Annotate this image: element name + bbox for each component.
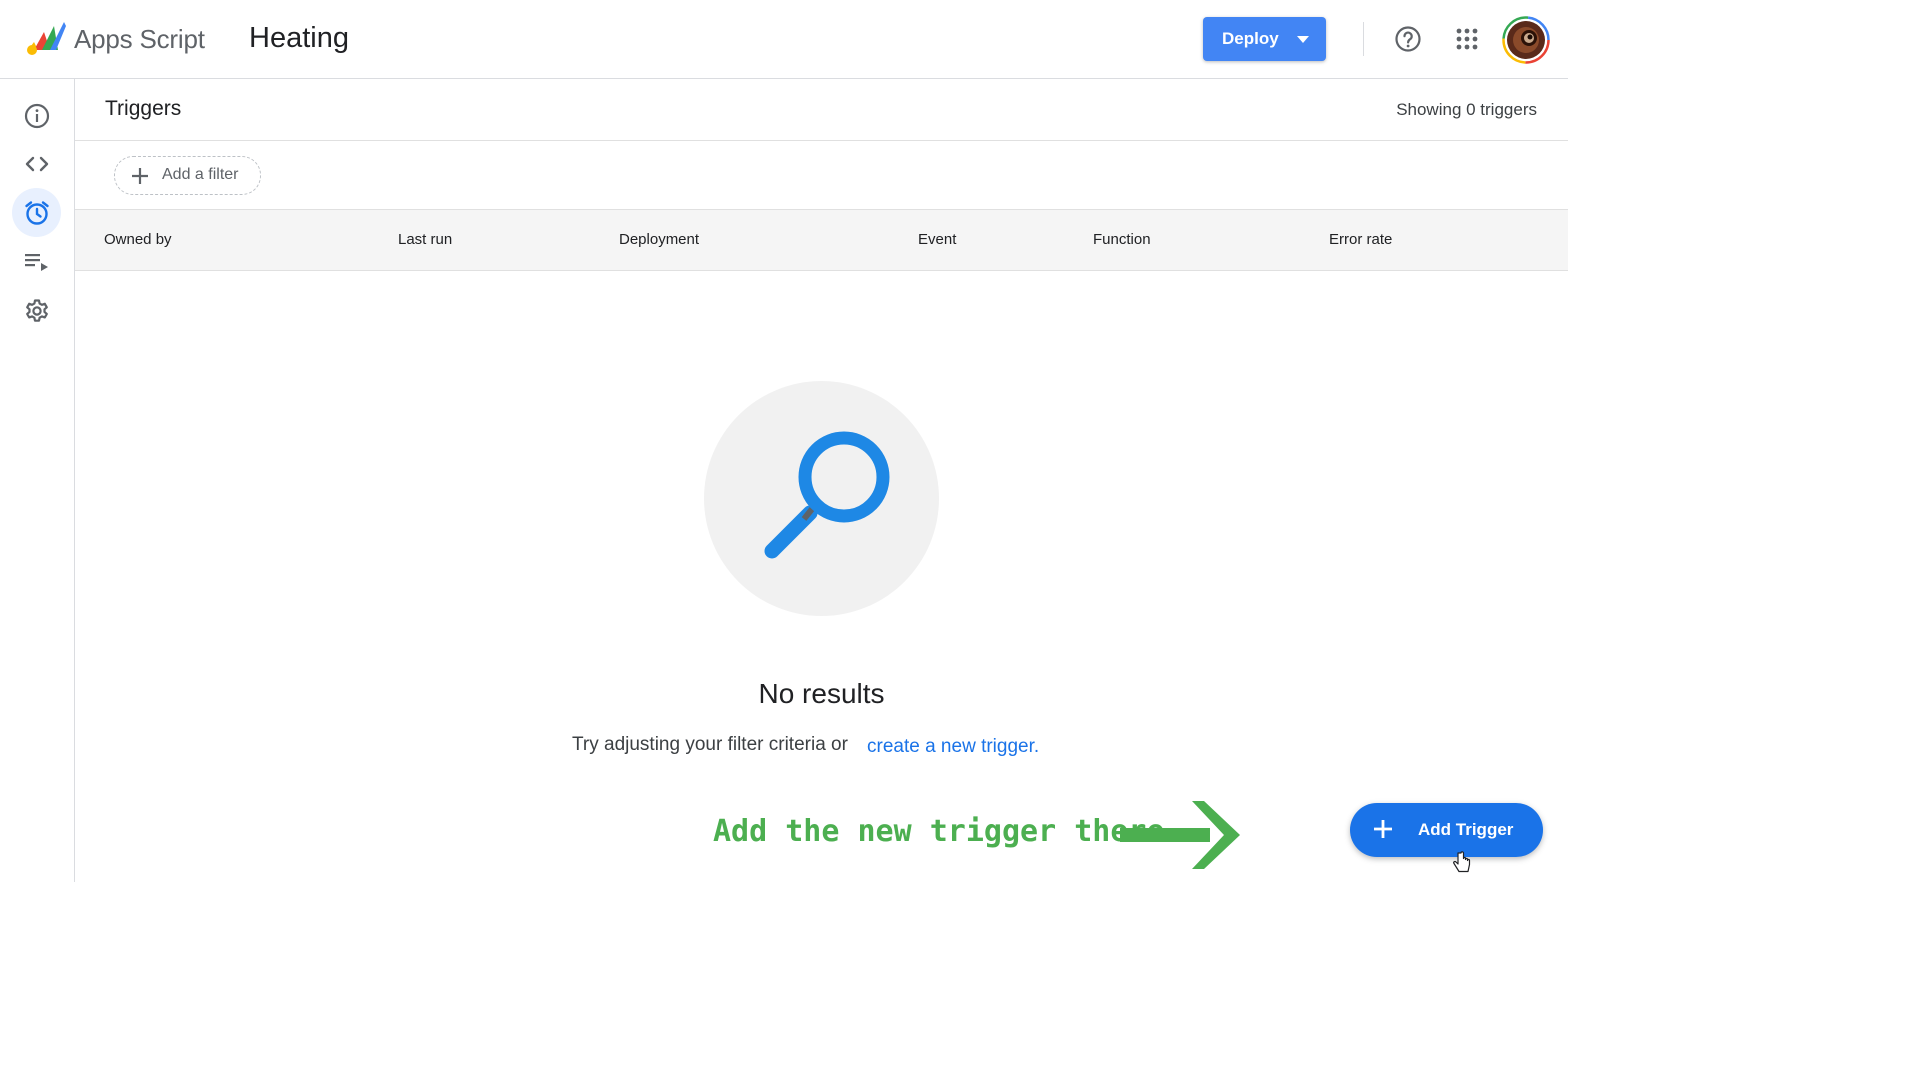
sidebar-item-executions[interactable] — [12, 237, 61, 286]
annotation-text: Add the new trigger there — [713, 814, 1165, 849]
apps-script-logo[interactable] — [24, 20, 68, 56]
help-icon[interactable] — [1394, 25, 1422, 53]
top-bar: Apps Script Heating Deploy — [0, 0, 1568, 79]
column-error-rate[interactable]: Error rate — [1329, 231, 1392, 248]
table-header: Owned by Last run Deployment Event Funct… — [75, 209, 1568, 271]
sidebar-item-overview[interactable] — [12, 91, 61, 140]
apps-grid-icon[interactable] — [1455, 27, 1479, 51]
project-title[interactable]: Heating — [249, 22, 349, 55]
sidebar-item-triggers[interactable] — [12, 188, 61, 237]
divider — [75, 140, 1568, 141]
column-owned-by[interactable]: Owned by — [104, 231, 172, 248]
triggers-panel: Triggers Showing 0 triggers Add a filter… — [75, 79, 1568, 882]
add-trigger-button[interactable]: Add Trigger — [1350, 803, 1543, 857]
avatar[interactable] — [1502, 16, 1550, 64]
chevron-down-icon[interactable] — [1297, 36, 1309, 43]
info-icon — [24, 103, 50, 129]
deploy-label: Deploy — [1222, 29, 1279, 48]
annotation-arrow — [1120, 801, 1240, 869]
plus-icon — [132, 168, 148, 184]
add-filter-label: Add a filter — [162, 166, 239, 183]
code-icon — [25, 156, 49, 172]
trigger-count: Showing 0 triggers — [1396, 100, 1537, 119]
app-name: Apps Script — [74, 24, 205, 54]
empty-state-illustration — [704, 381, 939, 616]
sidebar-item-editor[interactable] — [12, 139, 61, 188]
create-trigger-link[interactable]: create a new trigger. — [867, 736, 1039, 758]
header-divider — [1363, 22, 1364, 56]
sidebar-item-settings[interactable] — [12, 286, 61, 335]
plus-icon — [1374, 820, 1392, 838]
column-deployment[interactable]: Deployment — [619, 231, 699, 248]
playlist-play-icon — [25, 254, 48, 271]
magnifier-icon — [764, 431, 890, 559]
add-filter-button[interactable]: Add a filter — [114, 156, 261, 195]
deploy-button[interactable]: Deploy — [1203, 17, 1326, 61]
alarm-clock-icon — [25, 201, 49, 225]
add-trigger-label: Add Trigger — [1418, 820, 1514, 839]
empty-state-title: No results — [758, 678, 885, 709]
empty-state-hint: Try adjusting your filter criteria or — [572, 734, 848, 755]
column-event[interactable]: Event — [918, 231, 956, 248]
page-title: Triggers — [105, 97, 182, 120]
sidebar-nav — [0, 79, 75, 882]
hand-cursor-icon — [1453, 851, 1471, 873]
column-last-run[interactable]: Last run — [398, 231, 452, 248]
column-function[interactable]: Function — [1093, 231, 1151, 248]
gear-icon — [26, 299, 48, 322]
